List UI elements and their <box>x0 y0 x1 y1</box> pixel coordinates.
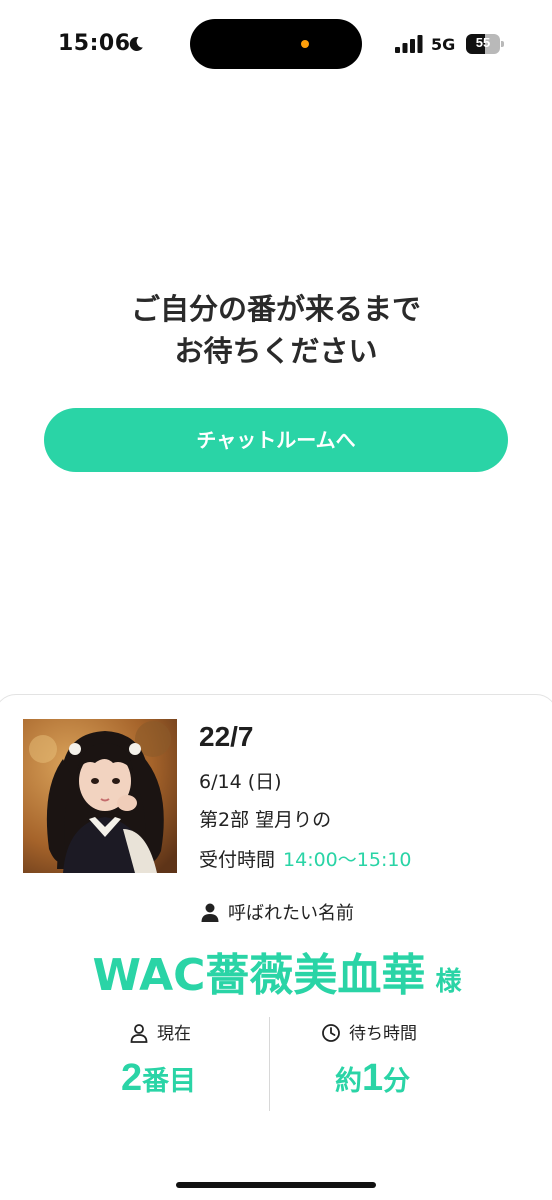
moon-icon <box>129 36 143 51</box>
reception-label: 受付時間 <box>199 849 276 871</box>
event-date: 6/14 (日) <box>199 771 282 793</box>
signal-icon <box>395 35 423 53</box>
clock-icon <box>322 1024 340 1042</box>
event-title: 22/7 <box>199 721 254 752</box>
wait-label: 待ち時間 <box>349 1024 417 1044</box>
battery-percent: 55 <box>475 35 491 50</box>
called-name: WAC薔薇美血華 <box>92 950 426 1001</box>
battery-icon: 55 <box>466 34 504 54</box>
home-indicator[interactable] <box>176 1182 376 1188</box>
status-bar: 15:06 5G 55 <box>0 0 552 90</box>
reception-row: 受付時間 14:00〜15:10 <box>199 845 412 872</box>
wait-time-label: 待ち時間 <box>321 1019 417 1044</box>
chat-room-button[interactable]: チャットルームへ <box>44 408 508 472</box>
network-type: 5G <box>431 35 456 54</box>
wait-message-line1: ご自分の番が来るまで <box>130 292 421 326</box>
current-label: 現在 <box>157 1024 191 1044</box>
reception-time: 14:00〜15:10 <box>283 849 412 871</box>
wait-prefix: 約 <box>335 1066 362 1097</box>
called-name-row: WAC薔薇美血華様 <box>0 939 552 1003</box>
name-label-row: 呼ばれたい名前 <box>0 899 552 925</box>
current-position-label: 現在 <box>129 1019 191 1044</box>
current-number: 2 <box>121 1057 143 1099</box>
stats-divider <box>269 1017 270 1111</box>
wait-time-value: 約1分 <box>335 1057 410 1100</box>
name-label: 呼ばれたい名前 <box>228 903 354 924</box>
battery-cap <box>501 41 504 47</box>
person-outline-icon <box>130 1024 148 1043</box>
wait-unit: 分 <box>383 1066 411 1097</box>
ticket-card: 22/7 6/14 (日) 第2部 望月りの 受付時間 14:00〜15:10 呼… <box>0 694 552 1200</box>
wait-message-line2: お待ちください <box>174 334 378 368</box>
dynamic-island <box>190 19 362 69</box>
status-time: 15:06 <box>58 31 131 56</box>
current-unit: 番目 <box>142 1066 197 1097</box>
wait-message: ご自分の番が来るまで お待ちください <box>0 288 552 372</box>
honorific: 様 <box>435 967 462 997</box>
wait-number: 1 <box>362 1057 384 1099</box>
privacy-indicator-dot <box>301 40 309 48</box>
battery-body: 55 <box>466 34 500 54</box>
current-position-value: 2番目 <box>121 1057 196 1100</box>
member-photo <box>23 719 177 873</box>
event-part: 第2部 望月りの <box>199 809 332 831</box>
person-icon <box>201 903 219 922</box>
